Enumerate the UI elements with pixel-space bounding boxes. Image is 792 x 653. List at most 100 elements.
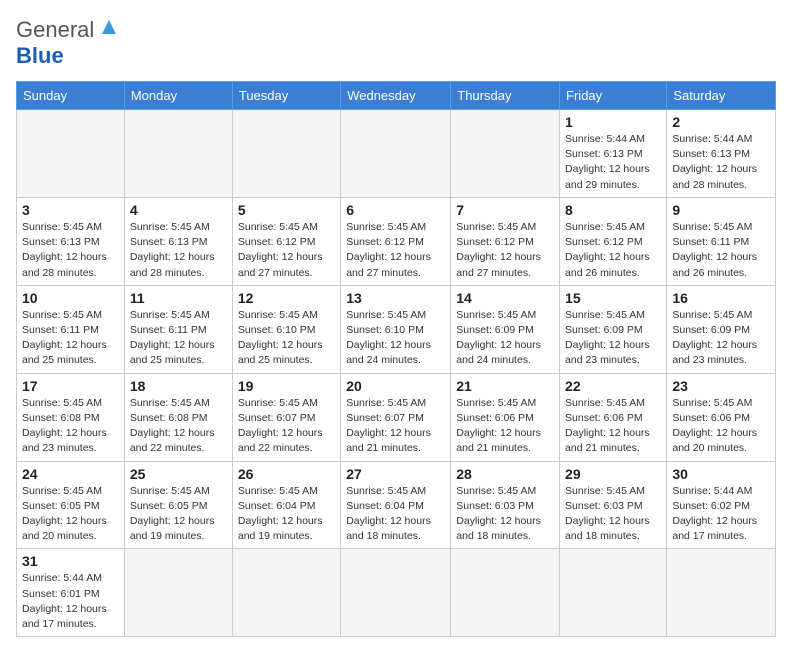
day-number: 10 bbox=[22, 290, 119, 306]
calendar-cell: 10 Sunrise: 5:45 AM Sunset: 6:11 PM Dayli… bbox=[17, 285, 125, 373]
calendar-cell: 24Sunrise: 5:45 AM Sunset: 6:05 PM Dayli… bbox=[17, 461, 125, 549]
day-number: 22 bbox=[565, 378, 661, 394]
calendar-cell bbox=[232, 110, 340, 198]
day-info: Sunrise: 5:44 AM Sunset: 6:02 PM Dayligh… bbox=[672, 484, 770, 545]
day-info: Sunrise: 5:45 AM Sunset: 6:13 PM Dayligh… bbox=[22, 220, 119, 281]
day-number: 13 bbox=[346, 290, 445, 306]
calendar-cell: 25Sunrise: 5:45 AM Sunset: 6:05 PM Dayli… bbox=[124, 461, 232, 549]
day-number: 9 bbox=[672, 202, 770, 218]
day-number: 18 bbox=[130, 378, 227, 394]
page-container: General Blue SundayMondayTuesdayWednesda… bbox=[16, 16, 776, 637]
calendar-cell bbox=[341, 110, 451, 198]
calendar-cell: 19Sunrise: 5:45 AM Sunset: 6:07 PM Dayli… bbox=[232, 373, 340, 461]
day-info: Sunrise: 5:45 AM Sunset: 6:06 PM Dayligh… bbox=[565, 396, 661, 457]
day-info: Sunrise: 5:45 AM Sunset: 6:11 PM Dayligh… bbox=[22, 308, 119, 369]
day-number: 31 bbox=[22, 553, 119, 569]
day-number: 7 bbox=[456, 202, 554, 218]
day-number: 29 bbox=[565, 466, 661, 482]
day-info: Sunrise: 5:45 AM Sunset: 6:12 PM Dayligh… bbox=[238, 220, 335, 281]
calendar-cell: 3 Sunrise: 5:45 AM Sunset: 6:13 PM Daylig… bbox=[17, 197, 125, 285]
calendar-cell: 22 Sunrise: 5:45 AM Sunset: 6:06 PM Dayli… bbox=[560, 373, 667, 461]
week-row-4: 17 Sunrise: 5:45 AM Sunset: 6:08 PM Dayli… bbox=[17, 373, 776, 461]
day-number: 20 bbox=[346, 378, 445, 394]
day-info: Sunrise: 5:44 AM Sunset: 6:13 PM Dayligh… bbox=[672, 132, 770, 193]
weekday-header-row: SundayMondayTuesdayWednesdayThursdayFrid… bbox=[17, 82, 776, 110]
day-number: 12 bbox=[238, 290, 335, 306]
weekday-header-saturday: Saturday bbox=[667, 82, 776, 110]
calendar-cell: 31 Sunrise: 5:44 AM Sunset: 6:01 PM Dayli… bbox=[17, 549, 125, 637]
calendar-cell bbox=[124, 549, 232, 637]
calendar-table: SundayMondayTuesdayWednesdayThursdayFrid… bbox=[16, 81, 776, 637]
day-info: Sunrise: 5:45 AM Sunset: 6:04 PM Dayligh… bbox=[238, 484, 335, 545]
calendar-cell: 20 Sunrise: 5:45 AM Sunset: 6:07 PM Dayli… bbox=[341, 373, 451, 461]
calendar-cell: 14Sunrise: 5:45 AM Sunset: 6:09 PM Dayli… bbox=[451, 285, 560, 373]
week-row-3: 10 Sunrise: 5:45 AM Sunset: 6:11 PM Dayli… bbox=[17, 285, 776, 373]
day-info: Sunrise: 5:45 AM Sunset: 6:12 PM Dayligh… bbox=[456, 220, 554, 281]
calendar-cell: 21Sunrise: 5:45 AM Sunset: 6:06 PM Dayli… bbox=[451, 373, 560, 461]
day-number: 23 bbox=[672, 378, 770, 394]
logo-triangle-icon bbox=[98, 16, 120, 43]
day-number: 11 bbox=[130, 290, 227, 306]
weekday-header-tuesday: Tuesday bbox=[232, 82, 340, 110]
weekday-header-friday: Friday bbox=[560, 82, 667, 110]
calendar-cell: 30 Sunrise: 5:44 AM Sunset: 6:02 PM Dayli… bbox=[667, 461, 776, 549]
calendar-cell: 8 Sunrise: 5:45 AM Sunset: 6:12 PM Daylig… bbox=[560, 197, 667, 285]
day-info: Sunrise: 5:45 AM Sunset: 6:10 PM Dayligh… bbox=[238, 308, 335, 369]
day-info: Sunrise: 5:45 AM Sunset: 6:12 PM Dayligh… bbox=[565, 220, 661, 281]
day-number: 27 bbox=[346, 466, 445, 482]
day-number: 4 bbox=[130, 202, 227, 218]
day-number: 17 bbox=[22, 378, 119, 394]
day-info: Sunrise: 5:45 AM Sunset: 6:08 PM Dayligh… bbox=[22, 396, 119, 457]
calendar-cell: 6 Sunrise: 5:45 AM Sunset: 6:12 PM Daylig… bbox=[341, 197, 451, 285]
calendar-cell: 11 Sunrise: 5:45 AM Sunset: 6:11 PM Dayli… bbox=[124, 285, 232, 373]
day-number: 5 bbox=[238, 202, 335, 218]
calendar-cell: 9Sunrise: 5:45 AM Sunset: 6:11 PM Daylig… bbox=[667, 197, 776, 285]
calendar-cell: 27 Sunrise: 5:45 AM Sunset: 6:04 PM Dayli… bbox=[341, 461, 451, 549]
day-info: Sunrise: 5:45 AM Sunset: 6:03 PM Dayligh… bbox=[565, 484, 661, 545]
calendar-cell: 18 Sunrise: 5:45 AM Sunset: 6:08 PM Dayli… bbox=[124, 373, 232, 461]
calendar-cell bbox=[17, 110, 125, 198]
calendar-cell: 28 Sunrise: 5:45 AM Sunset: 6:03 PM Dayli… bbox=[451, 461, 560, 549]
week-row-2: 3 Sunrise: 5:45 AM Sunset: 6:13 PM Daylig… bbox=[17, 197, 776, 285]
day-info: Sunrise: 5:45 AM Sunset: 6:12 PM Dayligh… bbox=[346, 220, 445, 281]
calendar-cell bbox=[232, 549, 340, 637]
day-number: 8 bbox=[565, 202, 661, 218]
calendar-cell: 16 Sunrise: 5:45 AM Sunset: 6:09 PM Dayli… bbox=[667, 285, 776, 373]
day-info: Sunrise: 5:45 AM Sunset: 6:03 PM Dayligh… bbox=[456, 484, 554, 545]
day-info: Sunrise: 5:45 AM Sunset: 6:09 PM Dayligh… bbox=[672, 308, 770, 369]
day-info: Sunrise: 5:45 AM Sunset: 6:07 PM Dayligh… bbox=[238, 396, 335, 457]
calendar-cell: 1Sunrise: 5:44 AM Sunset: 6:13 PM Daylig… bbox=[560, 110, 667, 198]
weekday-header-monday: Monday bbox=[124, 82, 232, 110]
day-number: 6 bbox=[346, 202, 445, 218]
day-number: 3 bbox=[22, 202, 119, 218]
calendar-cell: 15Sunrise: 5:45 AM Sunset: 6:09 PM Dayli… bbox=[560, 285, 667, 373]
calendar-cell: 4Sunrise: 5:45 AM Sunset: 6:13 PM Daylig… bbox=[124, 197, 232, 285]
day-number: 30 bbox=[672, 466, 770, 482]
logo-blue-text: Blue bbox=[16, 43, 64, 68]
day-number: 26 bbox=[238, 466, 335, 482]
calendar-cell: 2 Sunrise: 5:44 AM Sunset: 6:13 PM Daylig… bbox=[667, 110, 776, 198]
calendar-cell bbox=[341, 549, 451, 637]
day-info: Sunrise: 5:45 AM Sunset: 6:06 PM Dayligh… bbox=[672, 396, 770, 457]
day-info: Sunrise: 5:45 AM Sunset: 6:05 PM Dayligh… bbox=[130, 484, 227, 545]
calendar-cell bbox=[451, 549, 560, 637]
day-info: Sunrise: 5:45 AM Sunset: 6:11 PM Dayligh… bbox=[130, 308, 227, 369]
calendar-cell: 17 Sunrise: 5:45 AM Sunset: 6:08 PM Dayli… bbox=[17, 373, 125, 461]
day-info: Sunrise: 5:45 AM Sunset: 6:07 PM Dayligh… bbox=[346, 396, 445, 457]
day-number: 16 bbox=[672, 290, 770, 306]
calendar-cell: 23 Sunrise: 5:45 AM Sunset: 6:06 PM Dayli… bbox=[667, 373, 776, 461]
day-number: 21 bbox=[456, 378, 554, 394]
calendar-cell bbox=[560, 549, 667, 637]
day-info: Sunrise: 5:44 AM Sunset: 6:01 PM Dayligh… bbox=[22, 571, 119, 632]
week-row-1: 1Sunrise: 5:44 AM Sunset: 6:13 PM Daylig… bbox=[17, 110, 776, 198]
calendar-cell bbox=[124, 110, 232, 198]
weekday-header-sunday: Sunday bbox=[17, 82, 125, 110]
day-info: Sunrise: 5:45 AM Sunset: 6:05 PM Dayligh… bbox=[22, 484, 119, 545]
week-row-5: 24Sunrise: 5:45 AM Sunset: 6:05 PM Dayli… bbox=[17, 461, 776, 549]
day-info: Sunrise: 5:45 AM Sunset: 6:04 PM Dayligh… bbox=[346, 484, 445, 545]
day-info: Sunrise: 5:45 AM Sunset: 6:08 PM Dayligh… bbox=[130, 396, 227, 457]
day-number: 2 bbox=[672, 114, 770, 130]
day-number: 28 bbox=[456, 466, 554, 482]
day-number: 14 bbox=[456, 290, 554, 306]
day-info: Sunrise: 5:45 AM Sunset: 6:09 PM Dayligh… bbox=[565, 308, 661, 369]
